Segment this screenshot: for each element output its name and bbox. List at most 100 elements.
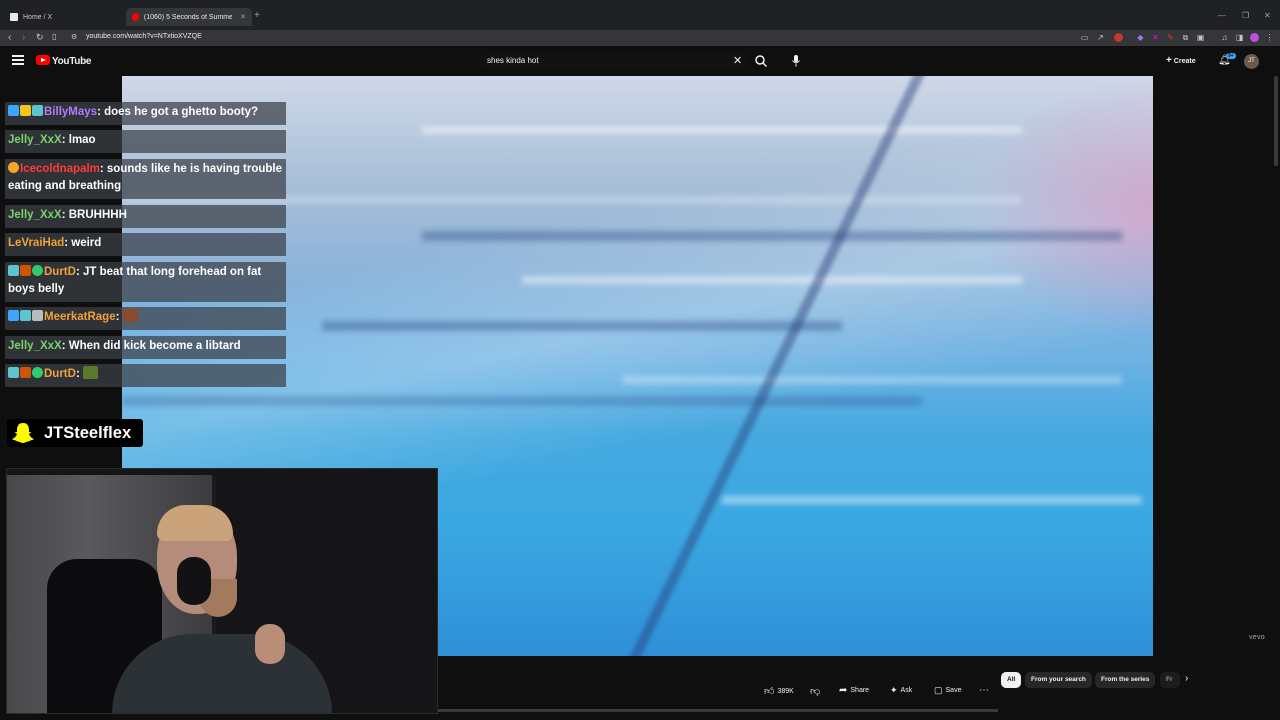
save-button[interactable]: ▢ Save (934, 685, 961, 696)
notification-count-badge: 9+ (1226, 53, 1236, 59)
more-horizontal-icon: ⋯ (979, 685, 989, 696)
video-glow (973, 76, 1153, 336)
video-streak (722, 496, 1142, 504)
chat-emote-icon (83, 366, 98, 379)
chat-badge-icon (20, 367, 31, 378)
thumbs-down-icon: 👎︎ (810, 686, 821, 697)
ask-button[interactable]: ✦ Ask (890, 685, 912, 696)
back-icon[interactable]: ‹ (8, 32, 11, 43)
chip-from-your-search[interactable]: From your search (1025, 672, 1092, 688)
sparkle-icon: ✦ (890, 685, 898, 695)
dislike-button[interactable]: 👎︎ (810, 685, 820, 697)
search-input[interactable]: shes kinda hot (480, 53, 746, 69)
bookmark-icon[interactable]: ▯ (52, 32, 56, 41)
chat-message: Jelly_XxX: BRUHHHH (5, 205, 286, 228)
microphone-icon[interactable] (791, 54, 801, 68)
chat-message: BillyMays: does he got a ghetto booty? (5, 102, 286, 125)
chip-from-the-series[interactable]: From the series (1095, 672, 1156, 688)
chat-emote-icon (122, 309, 138, 322)
chip-truncated[interactable]: Fr (1160, 672, 1180, 688)
search-value: shes kinda hot (487, 56, 539, 65)
chat-message: Icecoldnapalm: sounds like he is having … (5, 159, 286, 199)
extension-pen-icon[interactable]: ✎ (1166, 33, 1175, 42)
chat-username: DurtD (44, 368, 76, 380)
screenshot-icon[interactable]: ▣ (1196, 33, 1205, 42)
forward-icon[interactable]: › (22, 32, 25, 43)
sidebar-icon[interactable]: ◨ (1235, 33, 1244, 42)
search-icon[interactable] (754, 54, 768, 68)
new-tab-button[interactable]: + (254, 10, 260, 21)
create-button[interactable]: + Create (1166, 55, 1196, 66)
chevron-right-icon[interactable]: › (1185, 673, 1188, 684)
chat-username: DurtD (44, 266, 76, 278)
video-streak (122, 396, 922, 406)
more-actions-button[interactable]: ⋯ (979, 685, 989, 696)
chat-badge-icon (8, 265, 19, 276)
chat-message: LeVraiHad: weird (5, 233, 286, 256)
video-streak (522, 276, 1022, 284)
browser-menu-icon[interactable]: ⋮ (1265, 33, 1274, 42)
browser-tab-bar: Home / X (1060) 5 Seconds of Summer - Y … (0, 0, 1280, 30)
reload-icon[interactable]: ↻ (36, 32, 44, 43)
chat-badge-icon (32, 310, 43, 321)
chat-badge-icon (20, 105, 31, 116)
vevo-watermark: vevo (1249, 634, 1265, 641)
close-window-icon[interactable]: ✕ (1264, 11, 1271, 20)
close-tab-icon[interactable]: ✕ (240, 13, 246, 21)
youtube-logo-icon[interactable] (36, 55, 50, 65)
chat-text: : lmao (61, 134, 96, 146)
chat-message: Jelly_XxX: When did kick become a libtar… (5, 336, 286, 359)
like-count: 389K (777, 687, 794, 695)
chat-username: MeerkatRage (44, 311, 116, 323)
tab-youtube[interactable]: (1060) 5 Seconds of Summer - Y ✕ (126, 8, 252, 26)
chat-username: Jelly_XxX (8, 209, 62, 221)
tab-title: Home / X (23, 13, 53, 21)
like-button[interactable]: 👍︎ 389K (764, 685, 794, 697)
chat-text: : weird (64, 237, 102, 249)
tab-home-x[interactable]: Home / X (4, 8, 122, 26)
x-logo-icon (10, 13, 18, 21)
chat-badge-icon (20, 310, 31, 321)
clear-search-icon[interactable]: ✕ (733, 54, 742, 67)
maximize-icon[interactable]: ❐ (1242, 11, 1249, 20)
video-streak (422, 231, 1122, 241)
minimize-icon[interactable]: — (1218, 11, 1226, 20)
url-field[interactable]: youtube.com/watch?v=NTxtioXVZQE (86, 33, 202, 40)
media-control-icon[interactable]: ♫ (1220, 33, 1229, 42)
cast-icon[interactable]: ▭ (1080, 33, 1089, 42)
site-info-icon[interactable]: ⚙ (71, 33, 77, 41)
extensions-puzzle-icon[interactable]: ⧉ (1181, 33, 1190, 42)
chat-username: LeVraiHad (8, 237, 65, 249)
chat-text: : BRUHHHH (61, 209, 127, 221)
chat-username: Jelly_XxX (8, 134, 62, 146)
page-bottom-bar (438, 709, 998, 712)
tab-title: (1060) 5 Seconds of Summer - Y (143, 13, 233, 21)
profile-icon[interactable] (1250, 33, 1259, 42)
plus-icon: + (1166, 55, 1172, 66)
video-beam (619, 76, 935, 656)
chat-badge-icon (32, 105, 43, 116)
youtube-logo-text[interactable]: YouTube (52, 56, 92, 67)
account-avatar[interactable]: JT (1244, 54, 1259, 69)
extension-red-icon[interactable] (1114, 33, 1123, 42)
save-label: Save (945, 687, 962, 694)
chat-text: : When did kick become a libtard (61, 340, 241, 352)
chat-badge-icon (8, 367, 19, 378)
hamburger-menu-icon[interactable] (12, 55, 24, 65)
share-arrow-icon: ➦ (839, 685, 848, 696)
youtube-header: YouTube shes kinda hot ✕ + Create 🔔︎ 9+ … (0, 46, 1280, 76)
chat-badge-icon (8, 162, 19, 173)
chat-message: DurtD: JT beat that long forehead on fat… (5, 262, 286, 302)
page-scrollbar[interactable] (1274, 76, 1278, 166)
create-label: Create (1173, 58, 1196, 65)
share-button[interactable]: ➦ Share (839, 685, 869, 696)
chip-all[interactable]: All (1001, 672, 1022, 688)
video-streak (322, 321, 842, 331)
save-playlist-icon: ▢ (934, 685, 943, 695)
share-page-icon[interactable]: ↗ (1096, 33, 1105, 42)
chat-message: Jelly_XxX: lmao (5, 130, 286, 153)
extension-twitch-icon[interactable]: ◆ (1136, 33, 1145, 42)
webcam-person-hair (157, 505, 233, 541)
extension-x-icon[interactable]: ✕ (1151, 33, 1160, 42)
chat-badge-icon (20, 265, 31, 276)
